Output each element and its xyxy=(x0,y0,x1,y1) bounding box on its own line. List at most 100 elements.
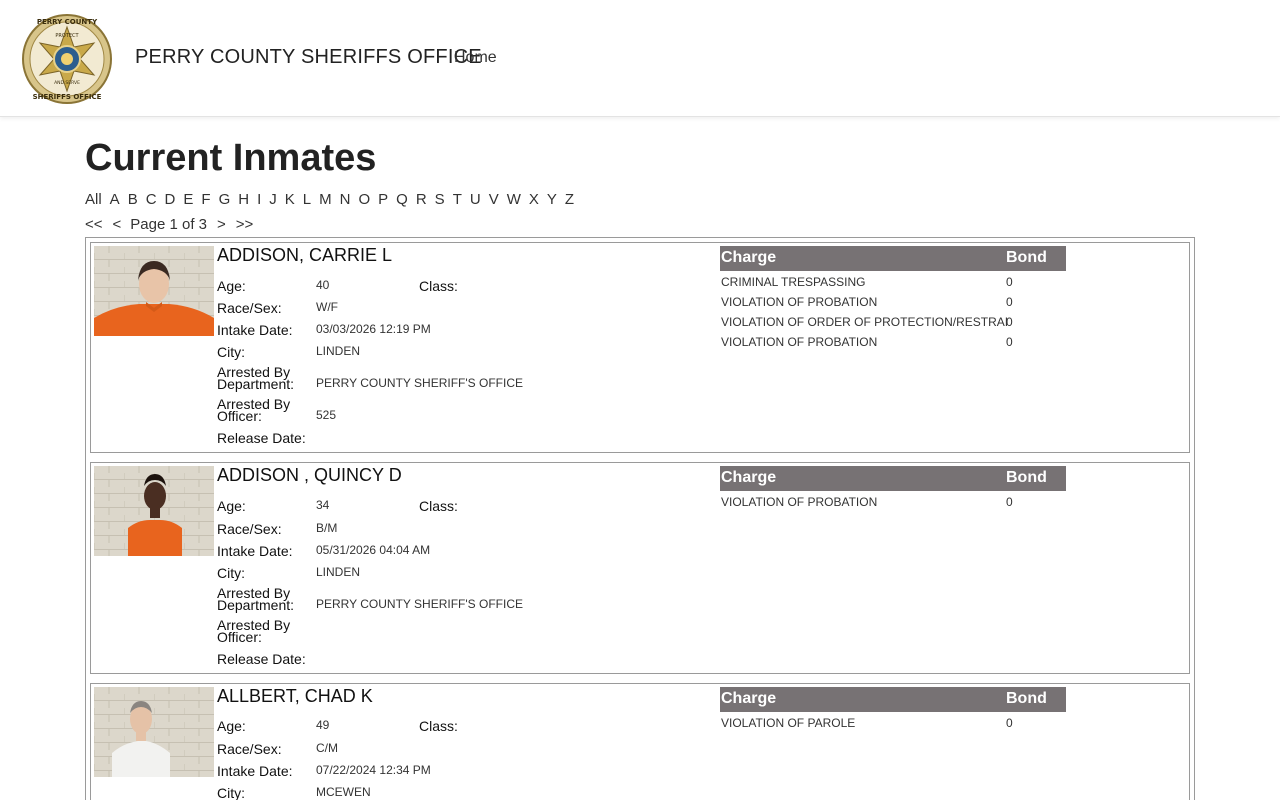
bond-column-header: Bond xyxy=(1006,690,1047,707)
inmate-name: ADDISON, CARRIE L xyxy=(217,245,393,265)
charges-table: Charge Bond VIOLATION OF PROBATION 0 xyxy=(720,466,1066,511)
pager-first[interactable]: << xyxy=(85,216,103,233)
site-header: PERRY COUNTY PROTECT AND SERVE SHERIFFS … xyxy=(0,0,1280,117)
svg-text:SHERIFFS OFFICE: SHERIFFS OFFICE xyxy=(33,93,102,101)
city-value: LINDEN xyxy=(316,565,361,579)
bond-value: 0 xyxy=(1006,275,1013,289)
charges-table: Charge Bond CRIMINAL TRESPASSING 0 VIOLA… xyxy=(720,246,1066,351)
race-sex-value: B/M xyxy=(316,521,338,535)
intake-date-label: Intake Date: xyxy=(217,763,293,779)
inmate-record: ADDISON, CARRIE L Age: 40 Class: Race/Se… xyxy=(90,242,1190,453)
bond-value: 0 xyxy=(1006,315,1013,329)
alpha-filter-f[interactable]: F xyxy=(201,191,210,213)
inmate-photo[interactable] xyxy=(94,687,214,777)
age-value: 40 xyxy=(316,278,330,292)
charge-row: VIOLATION OF PROBATION 0 xyxy=(720,331,1066,351)
alpha-filter-x[interactable]: X xyxy=(529,191,539,213)
alpha-filter-p[interactable]: P xyxy=(378,191,388,213)
pager-status: Page 1 of 3 xyxy=(130,216,208,233)
release-date-label: Release Date: xyxy=(217,651,306,667)
alpha-filter-g[interactable]: G xyxy=(219,191,231,213)
city-label: City: xyxy=(217,344,245,360)
charge-text: VIOLATION OF ORDER OF PROTECTION/RESTRAI xyxy=(721,315,1009,329)
svg-text:PROTECT: PROTECT xyxy=(55,33,79,39)
alpha-filter-e[interactable]: E xyxy=(183,191,193,213)
pager-next[interactable]: > xyxy=(217,216,226,233)
alpha-filter-r[interactable]: R xyxy=(416,191,427,213)
inmate-record: ADDISON , QUINCY D Age: 34 Class: Race/S… xyxy=(90,462,1190,674)
bond-value: 0 xyxy=(1006,335,1013,349)
bond-column-header: Bond xyxy=(1006,469,1047,486)
page-title: Current Inmates xyxy=(85,137,377,179)
charge-column-header: Charge xyxy=(721,249,777,266)
age-value: 49 xyxy=(316,718,330,732)
charge-text: VIOLATION OF PROBATION xyxy=(721,495,878,509)
alpha-filter-j[interactable]: J xyxy=(269,191,277,213)
intake-date-value: 07/22/2024 12:34 PM xyxy=(316,763,431,777)
inmate-photo[interactable] xyxy=(94,466,214,556)
nav-home-link[interactable]: Home xyxy=(454,49,497,67)
inmate-record: ALLBERT, CHAD K Age: 49 Class: Race/Sex:… xyxy=(90,683,1190,800)
city-label: City: xyxy=(217,565,245,581)
alpha-filter-a[interactable]: A xyxy=(110,191,120,213)
race-sex-label: Race/Sex: xyxy=(217,741,282,757)
race-sex-value: W/F xyxy=(316,300,338,314)
intake-date-value: 05/31/2026 04:04 AM xyxy=(316,543,431,557)
bond-column-header: Bond xyxy=(1006,249,1047,266)
charge-row: VIOLATION OF ORDER OF PROTECTION/RESTRAI… xyxy=(720,311,1066,331)
pager-prev[interactable]: < xyxy=(113,216,122,233)
charges-header: Charge Bond xyxy=(720,466,1066,491)
alpha-filter-all[interactable]: All xyxy=(85,191,102,213)
age-value: 34 xyxy=(316,498,330,512)
bond-value: 0 xyxy=(1006,495,1013,509)
city-label: City: xyxy=(217,785,245,800)
age-label: Age: xyxy=(217,498,246,514)
pager-last[interactable]: >> xyxy=(236,216,254,233)
alpha-filter-d[interactable]: D xyxy=(165,191,176,213)
department-value: PERRY COUNTY SHERIFF'S OFFICE xyxy=(316,597,523,611)
pager: << < Page 1 of 3 > >> xyxy=(85,216,253,233)
bond-value: 0 xyxy=(1006,295,1013,309)
alphabet-filter: All A B C D E F G H I J K L M N O P Q R S T U V W X Y Z xyxy=(85,191,582,213)
alpha-filter-o[interactable]: O xyxy=(358,191,370,213)
alpha-filter-n[interactable]: N xyxy=(340,191,351,213)
race-sex-label: Race/Sex: xyxy=(217,521,282,537)
charge-text: VIOLATION OF PROBATION xyxy=(721,295,878,309)
class-label: Class: xyxy=(419,718,458,734)
alpha-filter-t[interactable]: T xyxy=(453,191,462,213)
alpha-filter-b[interactable]: B xyxy=(128,191,138,213)
alpha-filter-i[interactable]: I xyxy=(257,191,261,213)
charge-row: CRIMINAL TRESPASSING 0 xyxy=(720,271,1066,291)
arrested-dept-label-2: Department: xyxy=(217,597,295,613)
arrested-dept-label-2: Department: xyxy=(217,376,295,392)
intake-date-value: 03/03/2026 12:19 PM xyxy=(316,322,431,336)
city-value: LINDEN xyxy=(316,344,361,358)
svg-text:AND SERVE: AND SERVE xyxy=(54,80,80,86)
charge-text: VIOLATION OF PAROLE xyxy=(721,716,856,730)
charges-table: Charge Bond VIOLATION OF PAROLE 0 xyxy=(720,687,1066,732)
alpha-filter-h[interactable]: H xyxy=(238,191,249,213)
alpha-filter-k[interactable]: K xyxy=(285,191,295,213)
alpha-filter-q[interactable]: Q xyxy=(396,191,408,213)
inmate-list: ADDISON, CARRIE L Age: 40 Class: Race/Se… xyxy=(85,237,1195,800)
department-value: PERRY COUNTY SHERIFF'S OFFICE xyxy=(316,376,523,390)
alpha-filter-u[interactable]: U xyxy=(470,191,481,213)
site-brand[interactable]: PERRY COUNTY SHERIFFS OFFICE xyxy=(135,46,482,69)
alpha-filter-z[interactable]: Z xyxy=(565,191,574,213)
alpha-filter-c[interactable]: C xyxy=(146,191,157,213)
charge-text: CRIMINAL TRESPASSING xyxy=(721,275,866,289)
inmate-photo[interactable] xyxy=(94,246,214,336)
sheriff-badge-logo[interactable]: PERRY COUNTY PROTECT AND SERVE SHERIFFS … xyxy=(22,13,112,105)
age-label: Age: xyxy=(217,718,246,734)
inmate-name: ADDISON , QUINCY D xyxy=(217,465,402,485)
alpha-filter-m[interactable]: M xyxy=(319,191,332,213)
alpha-filter-y[interactable]: Y xyxy=(547,191,557,213)
alpha-filter-v[interactable]: V xyxy=(489,191,499,213)
alpha-filter-s[interactable]: S xyxy=(435,191,445,213)
class-label: Class: xyxy=(419,278,458,294)
svg-text:PERRY COUNTY: PERRY COUNTY xyxy=(37,18,98,26)
charges-header: Charge Bond xyxy=(720,687,1066,712)
alpha-filter-l[interactable]: L xyxy=(303,191,311,213)
alpha-filter-w[interactable]: W xyxy=(507,191,521,213)
charges-header: Charge Bond xyxy=(720,246,1066,271)
